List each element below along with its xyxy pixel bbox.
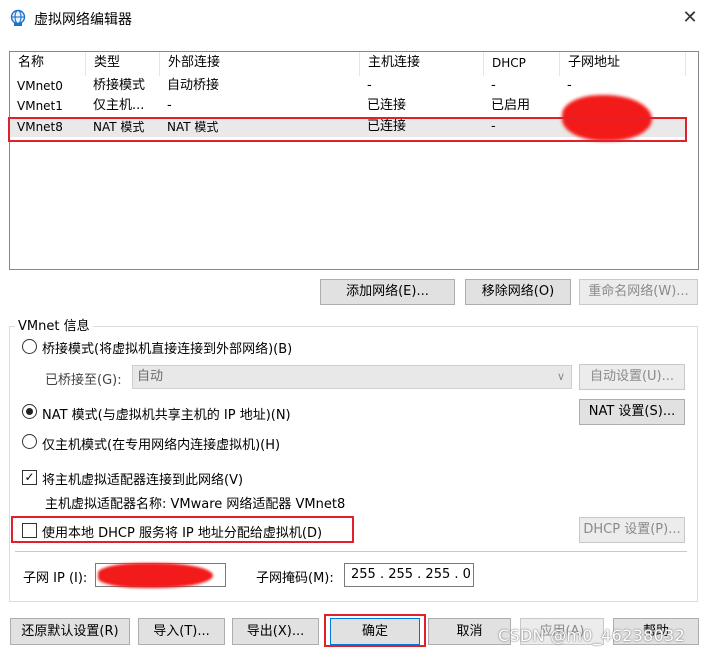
annotation-box-dhcp bbox=[11, 516, 354, 543]
cell-host: 已连接 bbox=[367, 98, 407, 113]
bridged-to-select[interactable]: 自动 ∨ bbox=[132, 365, 572, 389]
divider bbox=[15, 551, 687, 552]
redaction-mark bbox=[98, 563, 213, 588]
subnet-ip-label: 子网 IP (I): bbox=[23, 571, 88, 586]
group-title: VMnet 信息 bbox=[15, 315, 93, 334]
connect-adapter-checkbox[interactable]: ✓ bbox=[22, 470, 37, 485]
column-header-external[interactable]: 外部连接 bbox=[160, 52, 360, 76]
nat-mode-radio[interactable] bbox=[22, 404, 37, 419]
annotation-box-vmnet8 bbox=[8, 117, 687, 142]
window-title: 虚拟网络编辑器 bbox=[34, 12, 132, 28]
add-network-button[interactable]: 添加网络(E)... bbox=[320, 279, 455, 305]
bridged-mode-radio[interactable] bbox=[22, 339, 37, 354]
annotation-box-ok bbox=[324, 614, 426, 647]
chevron-down-icon: ∨ bbox=[556, 370, 565, 383]
close-icon[interactable]: ✕ bbox=[680, 8, 700, 28]
cell-name: VMnet0 bbox=[17, 79, 63, 93]
column-header-host[interactable]: 主机连接 bbox=[360, 52, 484, 76]
cell-subnet: - bbox=[567, 78, 572, 93]
cell-type: 仅主机... bbox=[93, 98, 145, 113]
column-header-dhcp[interactable]: DHCP bbox=[484, 52, 560, 76]
auto-settings-button[interactable]: 自动设置(U)... bbox=[579, 364, 685, 390]
nat-mode-label[interactable]: NAT 模式(与虚拟机共享主机的 IP 地址)(N) bbox=[42, 404, 291, 423]
cell-name: VMnet1 bbox=[17, 99, 63, 113]
nat-settings-button[interactable]: NAT 设置(S)... bbox=[579, 399, 685, 425]
cell-dhcp: - bbox=[491, 78, 496, 93]
rename-network-button[interactable]: 重命名网络(W)... bbox=[579, 279, 698, 305]
subnet-mask-input[interactable]: 255 . 255 . 255 . 0 bbox=[344, 563, 474, 587]
cell-host: - bbox=[367, 78, 372, 93]
table-row[interactable]: VMnet0 桥接模式 自动桥接 - - - bbox=[10, 76, 686, 96]
bridged-to-value: 自动 bbox=[137, 369, 164, 384]
cell-external: - bbox=[167, 98, 172, 113]
host-only-radio[interactable] bbox=[22, 434, 37, 449]
cell-external: 自动桥接 bbox=[167, 78, 220, 93]
cell-type: 桥接模式 bbox=[93, 78, 146, 93]
subnet-mask-label: 子网掩码(M): bbox=[256, 571, 334, 586]
bridged-to-label: 已桥接至(G): bbox=[45, 373, 122, 388]
column-header-name[interactable]: 名称 bbox=[10, 52, 86, 76]
connect-adapter-label[interactable]: 将主机虚拟适配器连接到此网络(V) bbox=[42, 469, 243, 488]
watermark-text: CSDN @m0_46238032 bbox=[498, 626, 686, 645]
remove-network-button[interactable]: 移除网络(O) bbox=[465, 279, 571, 305]
export-button[interactable]: 导出(X)... bbox=[232, 618, 319, 645]
column-header-subnet[interactable]: 子网地址 bbox=[560, 52, 686, 76]
adapter-name-label: 主机虚拟适配器名称: VMware 网络适配器 VMnet8 bbox=[45, 497, 346, 512]
network-globe-icon bbox=[10, 9, 26, 26]
bridged-mode-label[interactable]: 桥接模式(将虚拟机直接连接到外部网络)(B) bbox=[42, 338, 292, 357]
host-only-label[interactable]: 仅主机模式(在专用网络内连接虚拟机)(H) bbox=[42, 434, 280, 453]
dhcp-settings-button[interactable]: DHCP 设置(P)... bbox=[579, 517, 685, 543]
import-button[interactable]: 导入(T)... bbox=[138, 618, 225, 645]
restore-defaults-button[interactable]: 还原默认设置(R) bbox=[10, 618, 130, 645]
cell-dhcp: 已启用 bbox=[491, 98, 531, 113]
column-header-type[interactable]: 类型 bbox=[86, 52, 160, 76]
